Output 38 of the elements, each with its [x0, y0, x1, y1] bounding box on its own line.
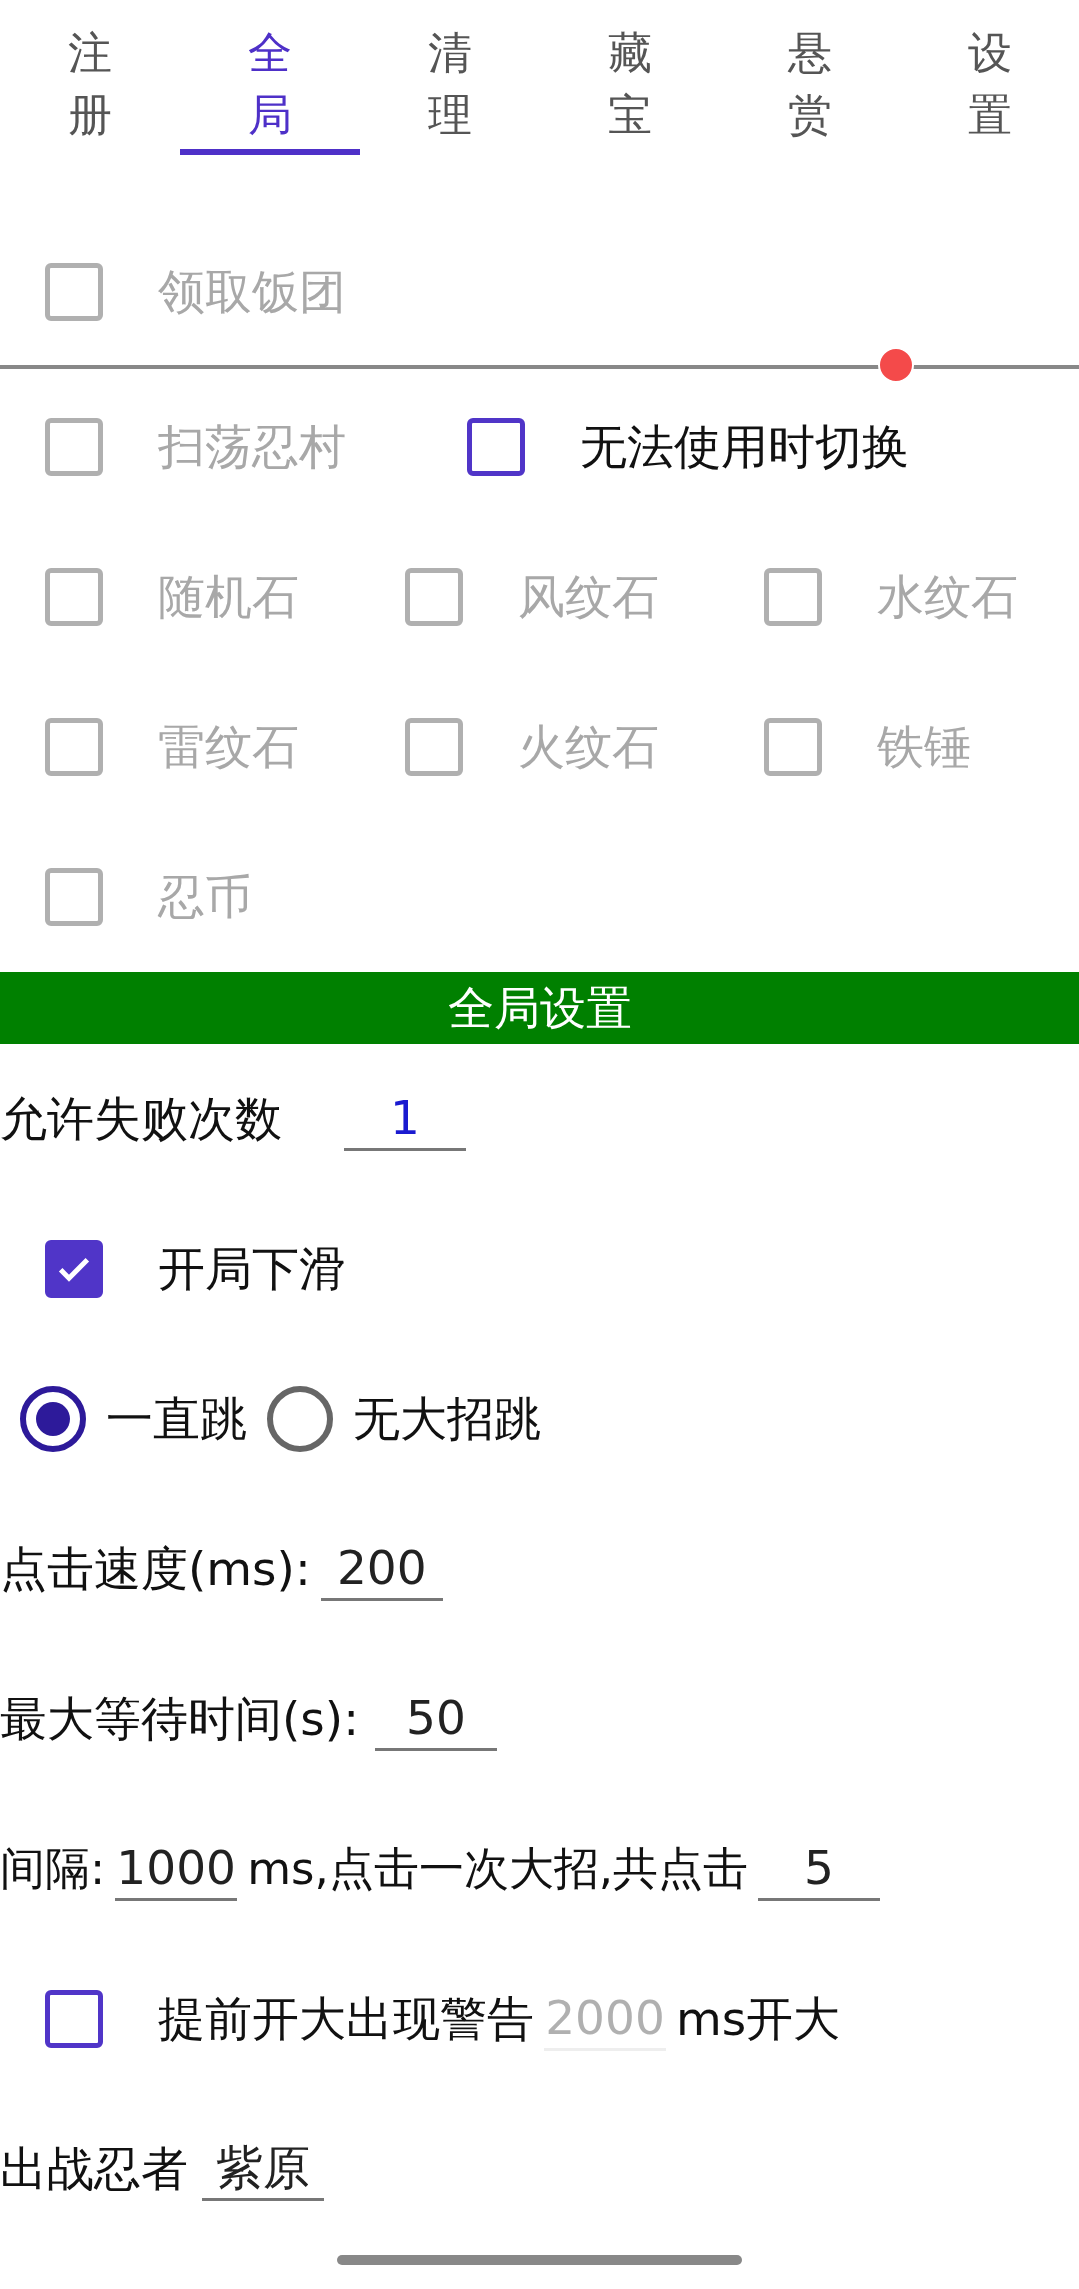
number-field[interactable]: 50 — [375, 1686, 497, 1752]
option-label: 领取饭团 — [158, 262, 346, 321]
radio-label: 一直跳 — [106, 1389, 247, 1448]
option-label: 火纹石 — [517, 717, 659, 776]
option-label: 铁锤 — [877, 717, 972, 776]
option-label: 风纹石 — [517, 567, 659, 626]
option-label: 水纹石 — [877, 567, 1019, 626]
number-field[interactable]: 1000 — [115, 1836, 238, 1902]
number-field[interactable]: 5 — [758, 1836, 881, 1902]
radio-button[interactable] — [267, 1386, 333, 1452]
field-label: 最大等待时间(s): — [0, 1689, 359, 1748]
radio-button[interactable] — [20, 1386, 86, 1452]
option-label: 无法使用时切换 — [580, 417, 909, 476]
option-label: 提前开大出现警告 — [158, 1989, 534, 2048]
number-field[interactable]: 200 — [320, 1536, 443, 1602]
field-label: 间隔: — [0, 1841, 106, 1898]
field-label: 允许失败次数 — [0, 1089, 282, 1148]
tab[interactable]: 清理 — [360, 0, 540, 155]
tab[interactable]: 藏宝 — [540, 0, 720, 155]
tab[interactable]: 全局 — [180, 0, 360, 155]
tab[interactable]: 悬赏 — [720, 0, 900, 155]
field-label: ms开大 — [676, 1989, 841, 2048]
tab[interactable]: 注册 — [0, 0, 180, 155]
field-label: 出战忍者 — [0, 2139, 188, 2198]
option-label: 随机石 — [158, 567, 299, 626]
number-field[interactable]: 1 — [344, 1086, 466, 1152]
radio-label: 无大招跳 — [353, 1389, 541, 1448]
section-header: 全局设置 — [0, 972, 1079, 1044]
option-label: 开局下滑 — [158, 1239, 346, 1298]
checkbox[interactable] — [45, 1240, 103, 1298]
field-label: 点击速度(ms): — [0, 1539, 311, 1598]
checkbox[interactable] — [467, 418, 525, 476]
tab[interactable]: 设置 — [900, 0, 1079, 155]
option-label: 雷纹石 — [158, 717, 299, 776]
field-label: ms,点击一次大招,共点击 — [247, 1841, 749, 1898]
text-field[interactable]: 紫原 — [202, 2136, 324, 2202]
option-label: 扫荡忍村 — [158, 417, 346, 476]
option-label: 忍币 — [158, 867, 252, 926]
